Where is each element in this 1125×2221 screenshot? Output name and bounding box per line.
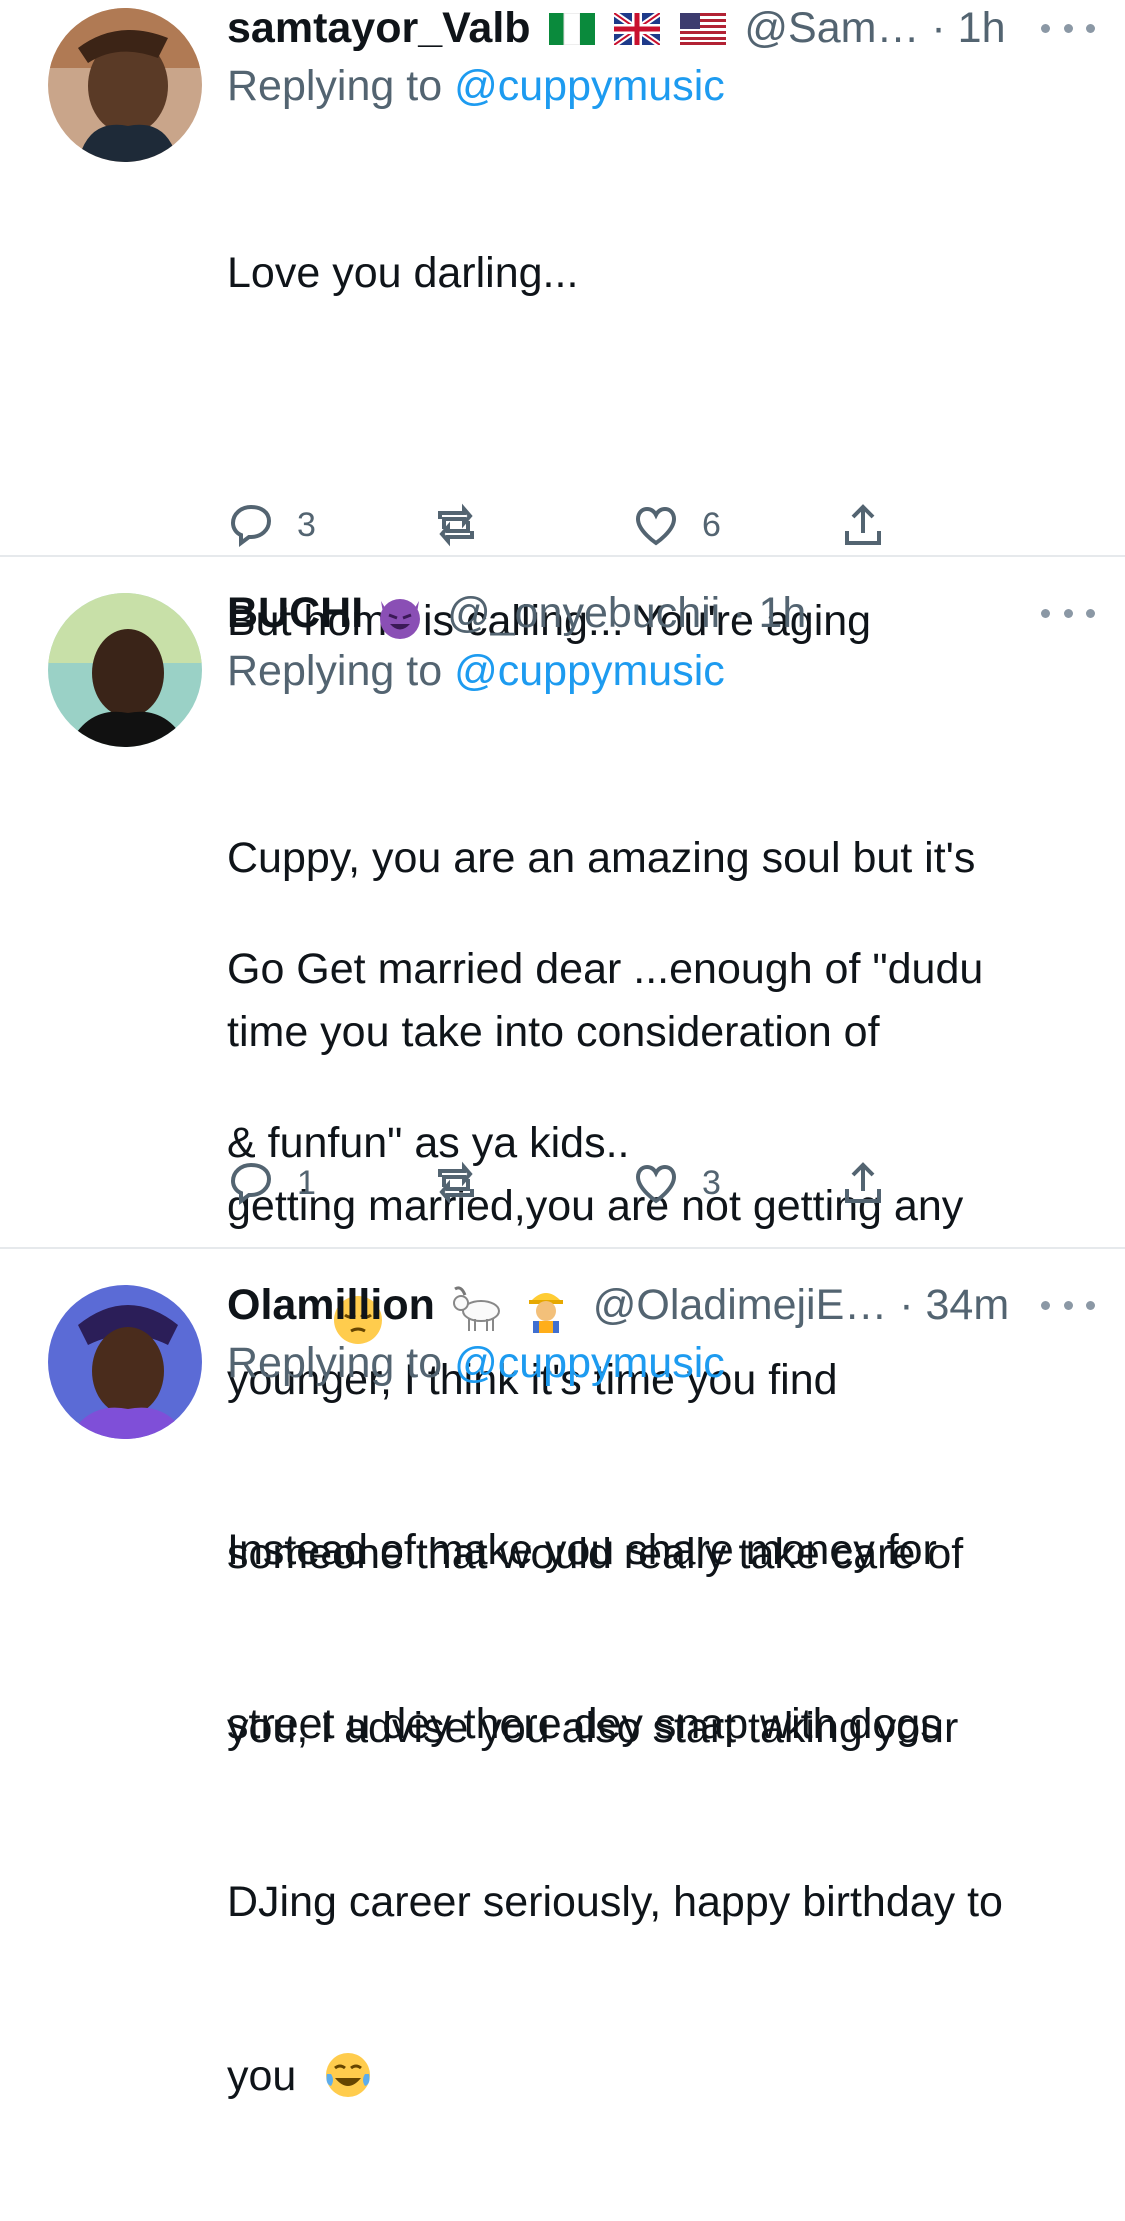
avatar[interactable] — [48, 593, 202, 747]
mention-link[interactable]: @cuppymusic — [454, 1339, 725, 1387]
share-icon — [845, 504, 881, 545]
like-button[interactable]: 6 — [632, 495, 721, 555]
reply-button[interactable]: 1 — [227, 1153, 316, 1213]
nigeria-flag-icon — [548, 12, 595, 46]
comment-icon — [230, 504, 272, 547]
reply-button[interactable]: 3 — [227, 495, 316, 555]
timestamp[interactable]: 1h — [758, 589, 806, 637]
tweet-header: samtayor_Valb @Sam… · 1h — [227, 0, 1095, 56]
comment-icon — [230, 1162, 272, 1205]
retweet-icon — [438, 503, 474, 547]
display-name[interactable]: Olamillion — [227, 1281, 435, 1329]
tears-of-joy-emoji — [323, 1934, 373, 2097]
display-name[interactable]: samtayor_Valb — [227, 4, 531, 52]
timestamp[interactable]: 1h — [958, 4, 1006, 52]
avatar[interactable] — [48, 1285, 202, 1439]
construction-worker-emoji — [521, 1283, 571, 1333]
share-button[interactable] — [839, 495, 887, 555]
handle[interactable]: @Sam… — [744, 4, 919, 52]
heart-icon — [635, 506, 677, 546]
tweet-header: BUCHI @_onyebuchii · 1h — [227, 585, 1095, 641]
avatar[interactable] — [48, 8, 202, 162]
mention-link[interactable]: @cuppymusic — [454, 647, 725, 695]
more-options-icon[interactable] — [1041, 593, 1095, 633]
share-icon — [845, 1162, 881, 1203]
more-options-icon[interactable] — [1041, 1285, 1095, 1325]
replying-to: Replying to @cuppymusic — [227, 62, 725, 110]
replying-to: Replying to @cuppymusic — [227, 647, 725, 695]
timestamp[interactable]: 34m — [926, 1281, 1010, 1329]
tweet-text: Instead of make you share money for stre… — [227, 1405, 1095, 2159]
retweet-icon — [438, 1161, 474, 1205]
flags — [548, 3, 727, 59]
more-options-icon[interactable] — [1041, 8, 1095, 48]
mention-link[interactable]: @cuppymusic — [454, 62, 725, 110]
replying-to: Replying to @cuppymusic — [227, 1339, 725, 1387]
tweet-reply[interactable]: samtayor_Valb @Sam… · 1h Replying to @cu… — [0, 0, 1125, 1344]
retweet-button[interactable] — [432, 1153, 480, 1213]
handle[interactable]: @OladimejiE… — [593, 1281, 888, 1329]
display-name[interactable]: BUCHI — [227, 589, 363, 637]
like-button[interactable]: 3 — [632, 1153, 721, 1213]
smiling-devil-emoji — [375, 591, 425, 641]
tweet-reply[interactable]: BUCHI @_onyebuchii · 1h Replying to @cup… — [0, 557, 1125, 2100]
tweet-reply[interactable]: Olamillion @OladimejiE… · 34m Replying t… — [0, 1249, 1125, 2097]
goat-emoji — [447, 1283, 503, 1333]
us-flag-icon — [680, 12, 727, 45]
retweet-button[interactable] — [432, 495, 480, 555]
tweet-header: Olamillion @OladimejiE… · 34m — [227, 1277, 1095, 1333]
share-button[interactable] — [839, 1153, 887, 1213]
uk-flag-icon — [612, 10, 663, 48]
handle[interactable]: @_onyebuchii — [447, 589, 720, 637]
heart-icon — [635, 1164, 677, 1204]
